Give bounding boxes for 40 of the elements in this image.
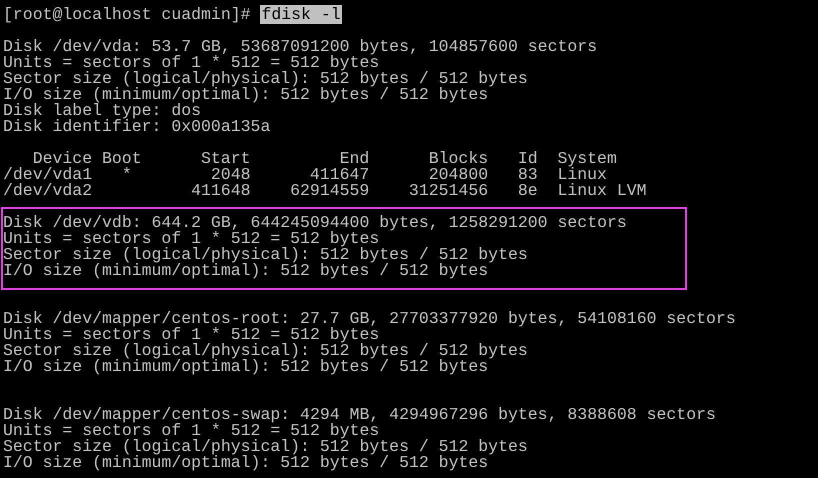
column-header: Blocks xyxy=(428,151,488,167)
terminal-line: Disk /dev/mapper/centos-root: 27.7 GB, 27703377920 bytes, 54108160 sectors xyxy=(3,311,736,327)
column-header: System xyxy=(557,151,617,167)
table-cell: 2048 xyxy=(210,167,251,183)
table-cell: Linux xyxy=(557,167,607,183)
table-cell: 83 xyxy=(518,167,538,183)
terminal-line: Disk label type: dos xyxy=(3,103,202,119)
terminal-line: Disk /dev/vdb: 644.2 GB, 644245094400 bytes, 1258291200 sectors xyxy=(3,215,627,231)
table-cell: 62914559 xyxy=(290,183,370,199)
column-header: Device xyxy=(32,151,92,167)
terminal-line: I/O size (minimum/optimal): 512 bytes / 512 bytes xyxy=(3,87,488,103)
table-cell: /dev/vda1 xyxy=(3,167,92,183)
terminal-line: Sector size (logical/physical): 512 bytes / 512 bytes xyxy=(3,343,528,359)
table-cell: * xyxy=(122,167,132,183)
table-cell: 8e xyxy=(518,183,538,199)
table-cell: 31251456 xyxy=(408,183,488,199)
column-header: Boot xyxy=(102,151,142,167)
table-cell: 411647 xyxy=(310,167,370,183)
table-cell: /dev/vda2 xyxy=(3,183,92,199)
terminal-line: I/O size (minimum/optimal): 512 bytes / 512 bytes xyxy=(3,359,488,375)
terminal-line: Units = sectors of 1 * 512 = 512 bytes xyxy=(3,231,380,247)
terminal-line: Sector size (logical/physical): 512 bytes / 512 bytes xyxy=(3,247,528,263)
terminal-line: Units = sectors of 1 * 512 = 512 bytes xyxy=(3,55,380,71)
table-cell: 411648 xyxy=(191,183,251,199)
table-cell: 204800 xyxy=(428,167,488,183)
command-text: fdisk -l xyxy=(260,5,342,24)
table-cell: Linux LVM xyxy=(557,183,647,199)
terminal-line: Sector size (logical/physical): 512 bytes / 512 bytes xyxy=(3,71,528,87)
shell-prompt: [root@localhost cuadmin]# xyxy=(3,5,251,24)
terminal-line: Disk /dev/vda: 53.7 GB, 53687091200 bytes, 104857600 sectors xyxy=(3,39,598,55)
terminal-line: I/O size (minimum/optimal): 512 bytes / 512 bytes xyxy=(3,455,488,471)
column-header: End xyxy=(340,151,370,167)
terminal-line: Sector size (logical/physical): 512 bytes / 512 bytes xyxy=(3,439,528,455)
column-header: Id xyxy=(518,151,538,167)
terminal-line: Units = sectors of 1 * 512 = 512 bytes xyxy=(3,327,380,343)
terminal-line: Disk /dev/mapper/centos-swap: 4294 MB, 4294967296 bytes, 8388608 sectors xyxy=(3,407,716,423)
terminal-line: Disk identifier: 0x000a135a xyxy=(3,119,270,135)
terminal-line: I/O size (minimum/optimal): 512 bytes / 512 bytes xyxy=(3,263,488,279)
column-header: Start xyxy=(201,151,251,167)
terminal-line: Units = sectors of 1 * 512 = 512 bytes xyxy=(3,423,380,439)
